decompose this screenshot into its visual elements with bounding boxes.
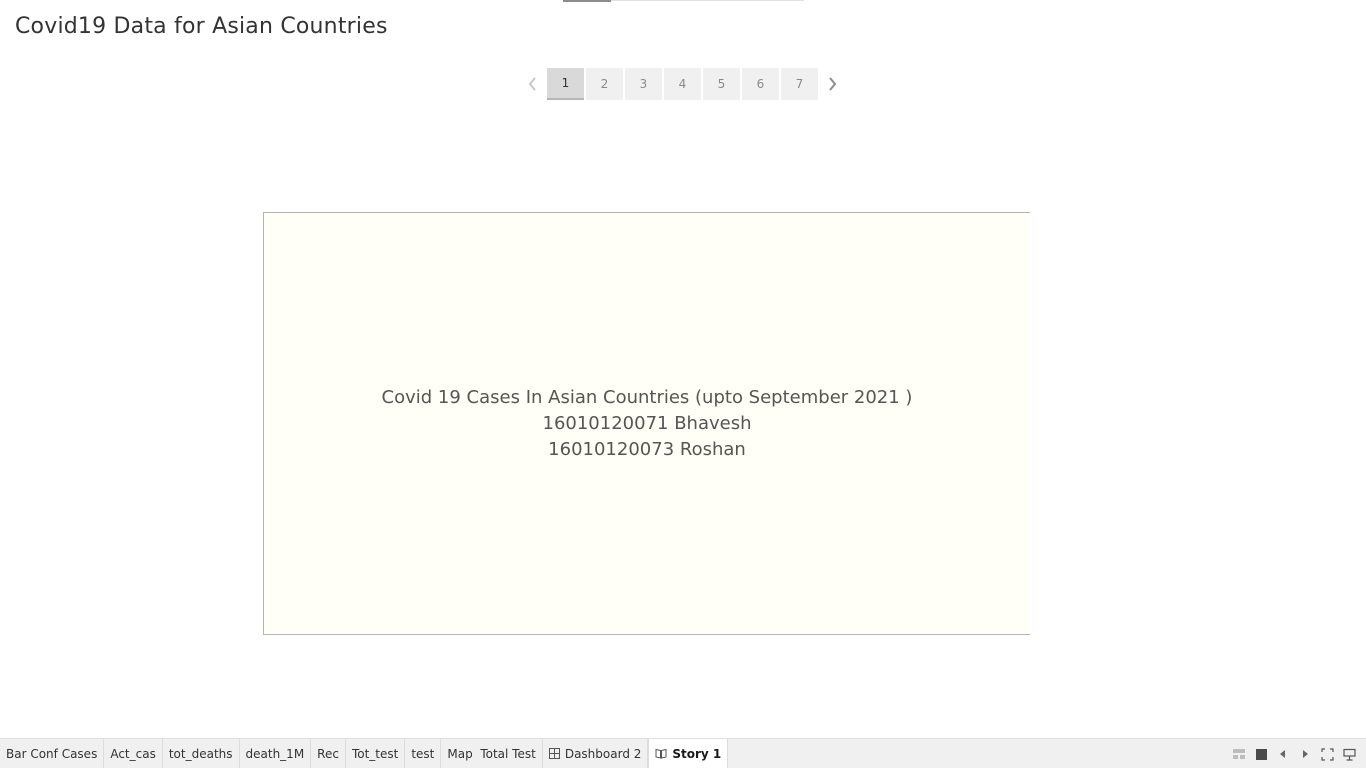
- story-point-3[interactable]: 3: [625, 68, 662, 100]
- sheet-tab-bar: Bar Conf Cases Act_cas tot_deaths death_…: [0, 738, 1366, 768]
- next-sheet-icon: [1303, 750, 1308, 758]
- next-sheet-button[interactable]: [1294, 739, 1316, 768]
- story-point-4[interactable]: 4: [664, 68, 701, 100]
- presentation-mode-icon: [1320, 747, 1334, 761]
- tab-bar-conf-cases[interactable]: Bar Conf Cases: [0, 739, 105, 768]
- story-progress-fill: [563, 0, 612, 2]
- story-point-5[interactable]: 5: [703, 68, 740, 100]
- story-progress-track: [563, 0, 804, 2]
- story-book-icon: [655, 748, 667, 759]
- fit-window-button[interactable]: [1338, 739, 1360, 768]
- story-point-7[interactable]: 7: [781, 68, 818, 100]
- story-point-1[interactable]: 1: [547, 68, 584, 100]
- caption-line-author-1: 16010120071 Bhavesh: [542, 413, 752, 434]
- tab-map-total-test[interactable]: Map Total Test: [441, 739, 543, 768]
- previous-sheet-icon: [1280, 750, 1285, 758]
- presentation-mode-button[interactable]: [1316, 739, 1338, 768]
- story-point-2[interactable]: 2: [586, 68, 623, 100]
- tab-label: Dashboard 2: [564, 746, 642, 761]
- story-title: Covid19 Data for Asian Countries: [15, 14, 388, 39]
- tab-dashboard-2[interactable]: Dashboard 2: [543, 739, 649, 768]
- dashboard-grid-icon: [548, 748, 560, 759]
- tab-label: test: [411, 746, 435, 761]
- story-point-caption: Covid 19 Cases In Asian Countries (upto …: [264, 385, 1030, 463]
- story-navigator: 1 2 3 4 5 6 7: [522, 68, 843, 100]
- filmstrip-icon: [1255, 748, 1267, 760]
- tab-label: death_1M: [245, 746, 305, 761]
- tab-story-1[interactable]: Story 1: [648, 739, 729, 768]
- tab-label: Bar Conf Cases: [6, 746, 98, 761]
- story-page: Covid19 Data for Asian Countries 1 2 3 4…: [0, 0, 1366, 768]
- filmstrip-button[interactable]: [1250, 739, 1272, 768]
- story-point-content: Covid 19 Cases In Asian Countries (upto …: [263, 212, 1030, 635]
- tab-death-1m[interactable]: death_1M: [240, 739, 312, 768]
- prev-story-point-button[interactable]: [522, 68, 544, 100]
- tab-label: Map Total Test: [447, 746, 536, 761]
- chevron-left-icon: [528, 77, 536, 91]
- caption-line-author-2: 16010120073 Roshan: [548, 439, 746, 460]
- tab-label: Story 1: [672, 746, 722, 761]
- chevron-right-icon: [829, 77, 837, 91]
- tab-label: tot_deaths: [168, 746, 233, 761]
- sheet-tabs: Bar Conf Cases Act_cas tot_deaths death_…: [0, 739, 729, 768]
- story-point-list: 1 2 3 4 5 6 7: [547, 68, 818, 100]
- tab-label: Tot_test: [351, 746, 399, 761]
- next-story-point-button[interactable]: [821, 68, 843, 100]
- story-point-6[interactable]: 6: [742, 68, 779, 100]
- fit-window-icon: [1342, 748, 1356, 761]
- caption-line-title: Covid 19 Cases In Asian Countries (upto …: [381, 387, 913, 408]
- sheet-toolbar: [1228, 739, 1360, 768]
- tab-label: Rec: [317, 746, 339, 761]
- sheet-sorter-button[interactable]: [1228, 739, 1250, 768]
- tab-label: Act_cas: [110, 746, 156, 761]
- sheet-sorter-icon: [1233, 749, 1245, 759]
- tab-tot-deaths[interactable]: tot_deaths: [163, 739, 240, 768]
- previous-sheet-button[interactable]: [1272, 739, 1294, 768]
- tab-test[interactable]: test: [405, 739, 442, 768]
- tab-rec[interactable]: Rec: [311, 739, 346, 768]
- tab-tot-test[interactable]: Tot_test: [346, 739, 406, 768]
- tab-act-cas[interactable]: Act_cas: [104, 739, 163, 768]
